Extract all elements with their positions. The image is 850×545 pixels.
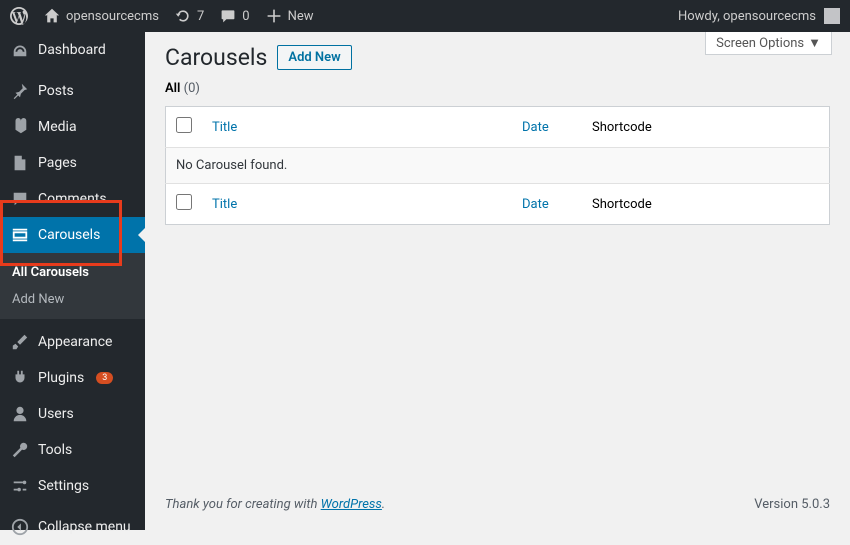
menu-users[interactable]: Users <box>0 396 145 432</box>
page-icon <box>10 153 30 173</box>
admin-bar-right[interactable]: Howdy, opensourcecms <box>678 8 848 24</box>
menu-carousels[interactable]: Carousels <box>0 217 145 253</box>
menu-label: Dashboard <box>38 42 106 58</box>
home-icon <box>44 8 60 24</box>
comments-count: 0 <box>242 9 249 24</box>
filter-links: All (0) <box>165 81 830 106</box>
updates-count: 7 <box>197 9 204 24</box>
plug-icon <box>10 368 30 388</box>
submenu-add-new[interactable]: Add New <box>0 286 145 313</box>
updates-link[interactable]: 7 <box>167 0 212 32</box>
media-icon <box>10 117 30 137</box>
footer-thank-text: Thank you for creating with <box>165 497 321 512</box>
menu-label: Settings <box>38 478 89 494</box>
menu-label: Collapse menu <box>38 519 131 535</box>
col-date-footer[interactable]: Date <box>512 184 582 225</box>
menu-appearance[interactable]: Appearance <box>0 324 145 360</box>
select-all-checkbox[interactable] <box>176 117 192 133</box>
select-all-header <box>166 107 203 148</box>
submenu-all-carousels[interactable]: All Carousels <box>0 259 145 286</box>
select-all-footer <box>166 184 203 225</box>
submenu-carousels: All Carousels Add New <box>0 253 145 319</box>
menu-media[interactable]: Media <box>0 109 145 145</box>
wordpress-link[interactable]: WordPress <box>321 497 382 512</box>
page-title: Carousels <box>165 44 267 71</box>
plugins-badge: 3 <box>96 372 113 384</box>
comment-icon <box>220 8 236 24</box>
menu-plugins[interactable]: Plugins 3 <box>0 360 145 396</box>
slides-icon <box>10 225 30 245</box>
menu-collapse[interactable]: Collapse menu <box>0 509 145 545</box>
comment-icon <box>10 189 30 209</box>
col-title-header[interactable]: Title <box>202 107 512 148</box>
brush-icon <box>10 332 30 352</box>
dashboard-icon <box>10 40 30 60</box>
collapse-icon <box>10 517 30 537</box>
avatar <box>824 8 840 24</box>
footer-version: Version 5.0.3 <box>754 497 830 512</box>
select-all-checkbox-footer[interactable] <box>176 194 192 210</box>
add-new-button[interactable]: Add New <box>277 45 351 70</box>
menu-dashboard[interactable]: Dashboard <box>0 32 145 68</box>
wp-logo[interactable] <box>2 0 36 32</box>
menu-label: Appearance <box>38 334 112 350</box>
site-name: opensourcecms <box>66 9 159 24</box>
menu-label: Posts <box>38 83 74 99</box>
col-shortcode-header: Shortcode <box>582 107 830 148</box>
menu-label: Comments <box>38 191 107 207</box>
admin-footer: Thank you for creating with WordPress. V… <box>165 479 830 530</box>
menu-settings[interactable]: Settings <box>0 468 145 504</box>
new-label: New <box>288 9 314 24</box>
menu-label: Carousels <box>38 227 100 243</box>
filter-all[interactable]: All <box>165 81 180 96</box>
admin-bar-left: opensourcecms 7 0 New <box>2 0 322 32</box>
menu-label: Users <box>38 406 74 422</box>
menu-label: Media <box>38 119 77 135</box>
wrench-icon <box>10 440 30 460</box>
sliders-icon <box>10 476 30 496</box>
col-shortcode-footer: Shortcode <box>582 184 830 225</box>
carousels-table: Title Date Shortcode No Carousel found. … <box>165 106 830 225</box>
plus-icon <box>266 8 282 24</box>
menu-tools[interactable]: Tools <box>0 432 145 468</box>
menu-pages[interactable]: Pages <box>0 145 145 181</box>
menu-label: Tools <box>38 442 72 458</box>
admin-sidebar: Dashboard Posts Media Pages Comments Car… <box>0 32 145 530</box>
refresh-icon <box>175 8 191 24</box>
menu-label: Plugins <box>38 370 84 386</box>
chevron-down-icon: ▼ <box>808 35 821 51</box>
site-link[interactable]: opensourcecms <box>36 0 167 32</box>
new-link[interactable]: New <box>258 0 322 32</box>
menu-label: Pages <box>38 155 77 171</box>
admin-bar: opensourcecms 7 0 New Howdy, opensourcec… <box>0 0 850 32</box>
col-title-footer[interactable]: Title <box>202 184 512 225</box>
main-content: Screen Options ▼ Carousels Add New All (… <box>145 32 850 530</box>
comments-link[interactable]: 0 <box>212 0 257 32</box>
col-date-header[interactable]: Date <box>512 107 582 148</box>
filter-all-count: (0) <box>184 81 200 96</box>
wordpress-icon <box>10 7 28 25</box>
menu-comments[interactable]: Comments <box>0 181 145 217</box>
pin-icon <box>10 81 30 101</box>
screen-options-label: Screen Options <box>716 36 804 51</box>
menu-posts[interactable]: Posts <box>0 73 145 109</box>
empty-row: No Carousel found. <box>166 148 830 184</box>
screen-options-tab[interactable]: Screen Options ▼ <box>705 32 832 55</box>
user-icon <box>10 404 30 424</box>
footer-thanks: Thank you for creating with WordPress. <box>165 497 385 512</box>
howdy-text: Howdy, opensourcecms <box>678 9 816 24</box>
